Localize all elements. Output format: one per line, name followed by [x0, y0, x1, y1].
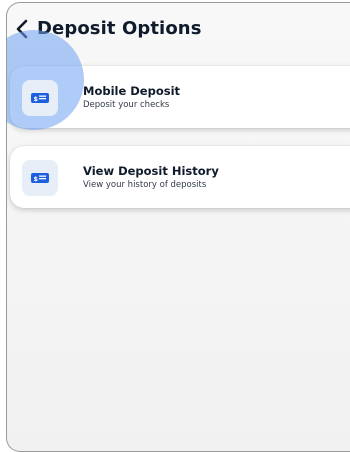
option-icon-box: $	[22, 160, 58, 196]
option-title: View Deposit History	[83, 164, 219, 178]
option-view-deposit-history[interactable]: $ View Deposit History View your history…	[10, 146, 350, 208]
option-subtitle: Deposit your checks	[83, 100, 170, 110]
option-icon-box: $	[22, 80, 58, 116]
page-title: Deposit Options	[37, 18, 202, 39]
app-screen: Deposit Options $ Mobile Deposit Deposit…	[6, 2, 350, 452]
option-mobile-deposit[interactable]: $ Mobile Deposit Deposit your checks	[7, 30, 350, 130]
check-icon: $	[31, 173, 49, 183]
option-title: Mobile Deposit	[83, 84, 181, 98]
svg-text:$: $	[34, 175, 39, 183]
svg-text:$: $	[34, 95, 39, 103]
check-icon: $	[31, 93, 49, 103]
option-subtitle: View your history of deposits	[83, 180, 207, 190]
